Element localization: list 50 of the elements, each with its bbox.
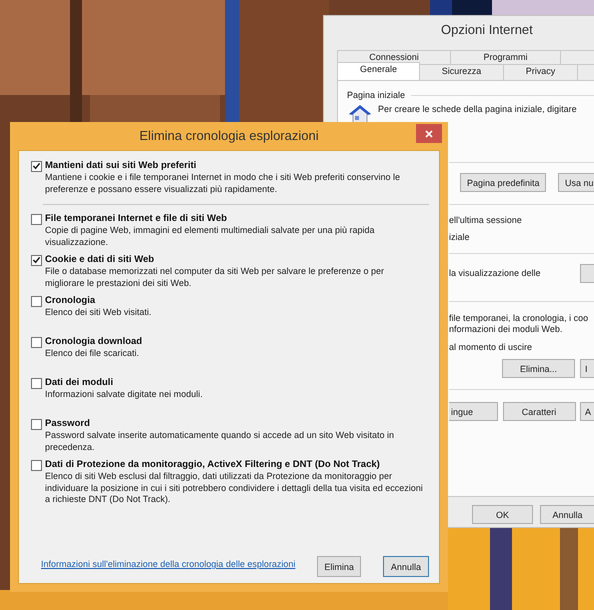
close-button[interactable] [416, 124, 442, 143]
window-button[interactable]: OK [472, 505, 533, 524]
option-text: la visualizzazione delle [449, 268, 541, 279]
checkbox[interactable] [31, 460, 42, 470]
window-button[interactable]: Usa nu [558, 173, 594, 192]
tab[interactable]: Programmi [450, 50, 561, 64]
option-text: file temporanei, la cronologia, i coo [449, 313, 590, 324]
checkbox[interactable] [31, 336, 42, 348]
dialog-button[interactable]: Annulla [382, 556, 429, 577]
window-button[interactable]: A [580, 402, 594, 421]
option-title: Dati dei moduli [45, 377, 114, 389]
instruction-text: Per creare le schede della pagina iniziale, digitare [378, 104, 577, 115]
option-title: Cookie e dati di siti Web [45, 254, 154, 266]
tab[interactable]: Generale [337, 62, 420, 80]
option-title: Cronologia [45, 295, 96, 307]
option-description: Elenco di siti Web esclusi dal filtraggio, dati utilizzati da Protezione da monitoraggio per individuare la posizione in cui i siti potrebbero condividere i dettagli della tua visita ed eccezioni a richieste DNT (Do Not Track). [45, 471, 424, 506]
checkbox[interactable] [31, 254, 42, 266]
option-text: nformazioni dei moduli Web. [449, 324, 564, 335]
option-text: al momento di uscire [449, 342, 534, 353]
help-link[interactable]: Informazioni sull'eliminazione della cronologia delle esplorazioni [41, 559, 296, 569]
checkbox[interactable] [31, 296, 42, 306]
checkbox[interactable] [31, 378, 42, 388]
option-description: Copie di pagine Web, immagini ed elementi multimediali salvate per una più rapida visualizzazione. [45, 225, 376, 248]
group-heading: Pagina iniziale [347, 90, 406, 100]
option-description: Informazioni salvate digitate nei moduli. [45, 389, 204, 400]
option-description: Elenco dei file scaricati. [45, 348, 140, 360]
close-icon [425, 130, 433, 138]
option-text: ell'ultima sessione [449, 215, 523, 226]
window-button[interactable]: Pagina predefinita [460, 173, 546, 192]
option-text: iziale [449, 232, 471, 243]
checkbox[interactable] [31, 214, 42, 224]
option-title: Cronologia download [45, 336, 142, 348]
option-title: File temporanei Internet e file di siti Web [45, 213, 227, 225]
dialog-title: Elimina cronologia esplorazioni [138, 128, 320, 144]
window-button[interactable]: Annulla [540, 505, 594, 524]
option-description: Elenco dei siti Web visitati. [45, 307, 152, 318]
option-title: Password [45, 418, 90, 430]
option-title: Mantieni dati sui siti Web preferiti [45, 160, 196, 172]
window-button[interactable]: I [580, 359, 594, 378]
window-title: Opzioni Internet [441, 22, 533, 38]
option-title: Dati di Protezione da monitoraggio, ActiveX Filtering e DNT (Do Not Track) [45, 459, 380, 471]
window-button[interactable]: ingue [449, 402, 498, 421]
option-description: Password salvate inserite automaticamente quando si accede ad un sito Web visitato in precedenza. [45, 430, 396, 453]
checkbox[interactable] [31, 160, 42, 172]
window-button[interactable]: Caratteri [502, 402, 576, 421]
window-button[interactable]: Elimina... [502, 359, 575, 378]
option-description: File o database memorizzati nel computer da siti Web per salvare le preferenze o per migliorare le prestazioni dei siti Web. [45, 266, 385, 289]
dialog-button[interactable]: Elimina [317, 556, 361, 577]
checkbox[interactable] [31, 418, 42, 430]
option-description: Mantiene i cookie e i file temporanei Internet in modo che i siti Web preferiti conservino le preferenze e possano essere visualizzati più rapidamente. [45, 172, 402, 195]
